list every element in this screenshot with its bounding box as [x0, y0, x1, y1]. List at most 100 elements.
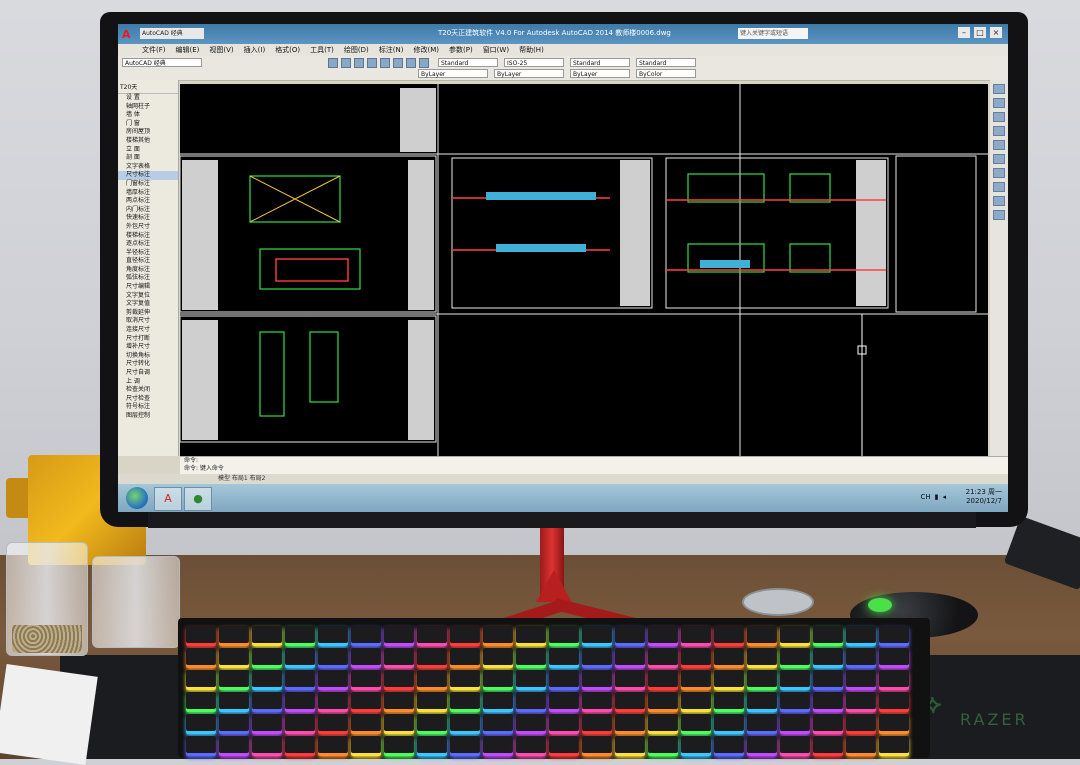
side-panel-item[interactable]: 外包尺寸	[118, 223, 178, 232]
side-panel-item[interactable]: 取消尺寸	[118, 317, 178, 326]
volume-icon[interactable]: ◂	[942, 493, 946, 501]
maximize-button[interactable]: □	[974, 27, 986, 38]
keyboard-key	[516, 670, 546, 690]
side-panel-item[interactable]: 连接尺寸	[118, 326, 178, 335]
save-icon[interactable]	[354, 58, 364, 68]
side-panel-item[interactable]: 图层控制	[118, 412, 178, 421]
paper-sheet	[0, 664, 98, 765]
side-panel-item[interactable]: 弧弦标注	[118, 274, 178, 283]
menu-help[interactable]: 帮助(H)	[519, 44, 544, 56]
network-icon[interactable]: ▮	[935, 493, 939, 501]
dim-style-select[interactable]: ISO-25	[504, 58, 564, 67]
side-panel-item[interactable]: 尺寸转化	[118, 360, 178, 369]
tool-icon[interactable]	[993, 154, 1005, 164]
keyboard-key	[681, 648, 711, 668]
color-select[interactable]: ByColor	[636, 69, 696, 78]
keyboard-key	[747, 670, 777, 690]
clock[interactable]: 21:23 周一 2020/12/7	[966, 488, 1002, 506]
side-panel-item[interactable]: 楼梯其他	[118, 137, 178, 146]
side-panel-item[interactable]: 半径标注	[118, 249, 178, 258]
menu-tools[interactable]: 工具(T)	[310, 44, 334, 56]
side-panel-item[interactable]: 两点标注	[118, 197, 178, 206]
side-panel-item[interactable]: 尺寸标注	[118, 171, 178, 180]
keyboard-key	[483, 626, 513, 646]
side-panel-item[interactable]: 上 调	[118, 378, 178, 387]
keyboard-key	[318, 714, 348, 734]
keyboard-key	[219, 626, 249, 646]
side-panel-item[interactable]: 增补尺寸	[118, 343, 178, 352]
minimize-button[interactable]: –	[958, 27, 970, 38]
side-panel-item[interactable]: 楼梯标注	[118, 232, 178, 241]
menu-file[interactable]: 文件(F)	[142, 44, 166, 56]
print-icon[interactable]	[367, 58, 377, 68]
tool-icon[interactable]	[993, 112, 1005, 122]
command-line[interactable]: 命令: 命令: 键入命令	[180, 456, 1008, 475]
keyboard-key	[780, 670, 810, 690]
text-style-select[interactable]: Standard	[438, 58, 498, 67]
redo-icon[interactable]	[393, 58, 403, 68]
command-input[interactable]: 命令: 键入命令	[180, 465, 1008, 473]
tool-icon[interactable]	[993, 168, 1005, 178]
side-panel-item[interactable]: 直径标注	[118, 257, 178, 266]
search-input[interactable]: 键入关键字或短语	[738, 28, 808, 39]
linetype-select[interactable]: ByLayer	[494, 69, 564, 78]
autocad-taskbar-icon[interactable]: A	[154, 487, 182, 511]
undo-icon[interactable]	[380, 58, 390, 68]
menu-window[interactable]: 窗口(W)	[483, 44, 509, 56]
keyboard-key	[549, 648, 579, 668]
side-panel-item[interactable]: 门窗标注	[118, 180, 178, 189]
menu-dimension[interactable]: 标注(N)	[379, 44, 404, 56]
side-panel-item[interactable]: 快速标注	[118, 214, 178, 223]
side-panel-item[interactable]: 逐点标注	[118, 240, 178, 249]
menu-format[interactable]: 格式(O)	[275, 44, 300, 56]
keyboard-key	[747, 692, 777, 712]
menu-view[interactable]: 视图(V)	[209, 44, 233, 56]
side-panel-item[interactable]: 尺寸编辑	[118, 283, 178, 292]
lineweight-select[interactable]: ByLayer	[570, 69, 630, 78]
menu-modify[interactable]: 修改(M)	[413, 44, 439, 56]
new-icon[interactable]	[328, 58, 338, 68]
drawing-canvas[interactable]	[180, 84, 988, 456]
side-panel-item[interactable]: 尺寸自调	[118, 369, 178, 378]
side-panel-item[interactable]: 墙 体	[118, 111, 178, 120]
side-panel-item[interactable]: 设 置	[118, 94, 178, 103]
tool-icon[interactable]	[993, 210, 1005, 220]
menu-insert[interactable]: 插入(I)	[244, 44, 266, 56]
side-panel-item[interactable]: 剖 面	[118, 154, 178, 163]
keyboard-key	[615, 670, 645, 690]
zoom-icon[interactable]	[419, 58, 429, 68]
side-panel-item[interactable]: 房间屋顶	[118, 128, 178, 137]
keyboard-key	[846, 670, 876, 690]
tool-icon[interactable]	[993, 126, 1005, 136]
side-panel-item[interactable]: 墙厚标注	[118, 189, 178, 198]
tool-icon[interactable]	[993, 98, 1005, 108]
input-method-indicator[interactable]: CH	[920, 493, 930, 501]
workspace-quick-access[interactable]: AutoCAD 经典	[140, 28, 204, 39]
table-style-select[interactable]: Standard	[570, 58, 630, 67]
layer-select[interactable]: ByLayer	[418, 69, 488, 78]
tool-icon[interactable]	[993, 84, 1005, 94]
side-panel-item[interactable]: 轴网柱子	[118, 103, 178, 112]
tool-icon[interactable]	[993, 140, 1005, 150]
tool-icon[interactable]	[993, 182, 1005, 192]
side-panel-item[interactable]: 符号标注	[118, 403, 178, 412]
side-panel-item[interactable]: 文字复值	[118, 300, 178, 309]
open-icon[interactable]	[341, 58, 351, 68]
app-taskbar-icon[interactable]: ●	[184, 487, 212, 511]
menu-draw[interactable]: 绘图(D)	[344, 44, 369, 56]
workspace-select[interactable]: AutoCAD 经典	[122, 58, 202, 67]
mleader-style-select[interactable]: Standard	[636, 58, 696, 67]
pan-icon[interactable]	[406, 58, 416, 68]
side-panel-item[interactable]: 尺寸打断	[118, 335, 178, 344]
side-panel-item[interactable]: 文字复位	[118, 292, 178, 301]
side-panel-item[interactable]: 立 面	[118, 146, 178, 155]
start-button[interactable]	[126, 487, 148, 509]
screen: A AutoCAD 经典 T20天正建筑软件 V4.0 For Autodesk…	[118, 24, 1008, 512]
close-button[interactable]: ×	[990, 27, 1002, 38]
side-panel-item[interactable]: 检查关闭	[118, 386, 178, 395]
menu-edit[interactable]: 编辑(E)	[176, 44, 200, 56]
keyboard-key	[615, 626, 645, 646]
autocad-logo-icon[interactable]: A	[122, 28, 134, 41]
tool-icon[interactable]	[993, 196, 1005, 206]
menu-parametric[interactable]: 参数(P)	[449, 44, 473, 56]
